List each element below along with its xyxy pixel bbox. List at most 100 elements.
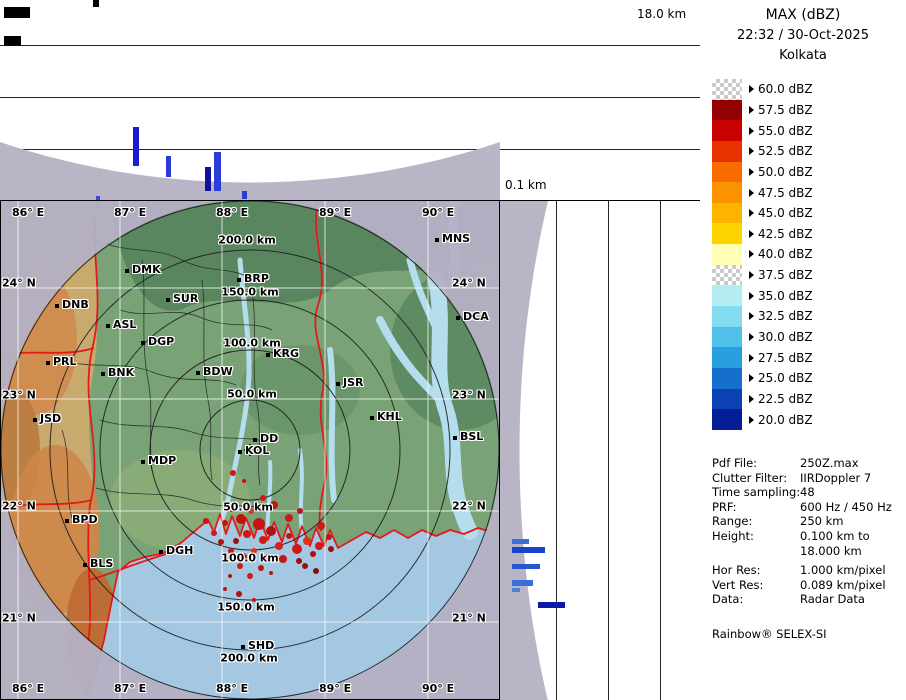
legend-entry-label: 37.5 dBZ — [758, 268, 813, 282]
legend-swatch — [712, 244, 742, 265]
legend-entry-label: 25.0 dBZ — [758, 371, 813, 385]
legend-arrow-icon — [749, 106, 754, 114]
legend-arrow-icon — [749, 333, 754, 341]
radar-map — [0, 200, 500, 700]
beam-envelope-shape — [0, 0, 700, 200]
legend-entry-label: 47.5 dBZ — [758, 186, 813, 200]
beam-envelope-shape — [500, 201, 700, 700]
legend-entry-label: 50.0 dBZ — [758, 165, 813, 179]
legend-entry: 55.0 dBZ — [712, 120, 813, 141]
map-canvas — [0, 200, 500, 700]
legend-swatch — [712, 306, 742, 327]
legend-swatch — [712, 100, 742, 121]
metadata-value: IIRDoppler 7 — [800, 471, 871, 485]
metadata-label: Range: — [712, 514, 800, 529]
legend-swatch — [712, 223, 742, 244]
legend-entry-label: 20.0 dBZ — [758, 413, 813, 427]
legend-swatch — [712, 368, 742, 389]
legend-entry-label: 35.0 dBZ — [758, 289, 813, 303]
height-gridline-5km — [556, 201, 557, 700]
legend-swatch — [712, 347, 742, 368]
metadata-row: Hor Res:1.000 km/pixel — [712, 563, 892, 578]
legend-timestamp: 22:32 / 30-Oct-2025 — [700, 28, 906, 43]
legend-entry-label: 45.0 dBZ — [758, 206, 813, 220]
metadata-value: Radar Data — [800, 592, 865, 606]
metadata-label: Hor Res: — [712, 563, 800, 578]
legend-entry: 42.5 dBZ — [712, 223, 813, 244]
metadata-value: 0.089 km/pixel — [800, 578, 886, 592]
legend-arrow-icon — [749, 168, 754, 176]
echo-height-bar — [512, 539, 529, 544]
metadata-value: 600 Hz / 450 Hz — [800, 500, 892, 514]
legend-entry-label: 55.0 dBZ — [758, 124, 813, 138]
legend-entry: 30.0 dBZ — [712, 327, 813, 348]
metadata-value: 48 — [800, 485, 815, 499]
legend-entry-label: 32.5 dBZ — [758, 309, 813, 323]
metadata-row: Range:250 km — [712, 514, 892, 529]
metadata-label: Vert Res: — [712, 578, 800, 593]
legend-swatch — [712, 79, 742, 100]
metadata-label: PRF: — [712, 500, 800, 515]
legend-entry: 57.5 dBZ — [712, 100, 813, 121]
legend-arrow-icon — [749, 147, 754, 155]
legend-entry-label: 42.5 dBZ — [758, 227, 813, 241]
legend-entry-label: 40.0 dBZ — [758, 247, 813, 261]
legend-entry-label: 57.5 dBZ — [758, 103, 813, 117]
legend-arrow-icon — [749, 354, 754, 362]
legend-swatch — [712, 285, 742, 306]
legend-arrow-icon — [749, 271, 754, 279]
legend-entry: 35.0 dBZ — [712, 285, 813, 306]
side-cross-section-panel — [500, 200, 700, 700]
metadata-label: Data: — [712, 592, 800, 607]
legend-panel: MAX (dBZ) 22:32 / 30-Oct-2025 Kolkata 60… — [700, 0, 906, 700]
metadata-value: 0.100 km to — [800, 529, 870, 543]
legend-arrow-icon — [749, 127, 754, 135]
legend-swatch — [712, 265, 742, 286]
legend-arrow-icon — [749, 189, 754, 197]
legend-swatch — [712, 182, 742, 203]
metadata-row: Data:Radar Data — [712, 592, 892, 607]
radar-display-window: 18.0 km 0.1 km — [0, 0, 906, 700]
echo-height-bar — [166, 156, 171, 177]
height-axis-max-label: 18.0 km — [637, 7, 686, 21]
echo-mark — [4, 7, 30, 18]
legend-arrow-icon — [749, 250, 754, 258]
legend-swatch — [712, 162, 742, 183]
product-metadata: Pdf File:250Z.maxClutter Filter:IIRDoppl… — [712, 456, 892, 607]
legend-swatch — [712, 203, 742, 224]
echo-height-bar — [214, 152, 221, 191]
legend-swatch — [712, 389, 742, 410]
height-gridline-15km — [660, 201, 661, 700]
metadata-label: Pdf File: — [712, 456, 800, 471]
legend-arrow-icon — [749, 230, 754, 238]
dbz-color-scale: 60.0 dBZ 57.5 dBZ 55.0 dBZ 52.5 dBZ 50.0 dBZ… — [712, 79, 813, 430]
echo-mark — [4, 36, 21, 46]
height-gridline-10km — [608, 201, 609, 700]
echo-height-bar — [512, 547, 545, 553]
metadata-value: 1.000 km/pixel — [800, 563, 886, 577]
metadata-label: Height: — [712, 529, 800, 544]
legend-entry: 27.5 dBZ — [712, 347, 813, 368]
legend-swatch — [712, 120, 742, 141]
metadata-row: Clutter Filter:IIRDoppler 7 — [712, 471, 892, 486]
metadata-value: 250Z.max — [800, 456, 859, 470]
legend-entry-label: 22.5 dBZ — [758, 392, 813, 406]
metadata-row: Pdf File:250Z.max — [712, 456, 892, 471]
metadata-row: Height:0.100 km to — [712, 529, 892, 544]
legend-entry: 20.0 dBZ — [712, 409, 813, 430]
legend-swatch — [712, 141, 742, 162]
legend-entry: 40.0 dBZ — [712, 244, 813, 265]
echo-height-bar — [512, 564, 540, 569]
legend-entry: 32.5 dBZ — [712, 306, 813, 327]
echo-height-bar — [205, 167, 211, 191]
legend-entry-label: 30.0 dBZ — [758, 330, 813, 344]
legend-entry-label: 27.5 dBZ — [758, 351, 813, 365]
legend-arrow-icon — [749, 416, 754, 424]
metadata-label: Clutter Filter: — [712, 471, 800, 486]
legend-entry-label: 52.5 dBZ — [758, 144, 813, 158]
legend-entry-label: 60.0 dBZ — [758, 82, 813, 96]
echo-height-bar — [242, 191, 247, 199]
legend-entry: 25.0 dBZ — [712, 368, 813, 389]
legend-entry: 52.5 dBZ — [712, 141, 813, 162]
legend-entry: 47.5 dBZ — [712, 182, 813, 203]
